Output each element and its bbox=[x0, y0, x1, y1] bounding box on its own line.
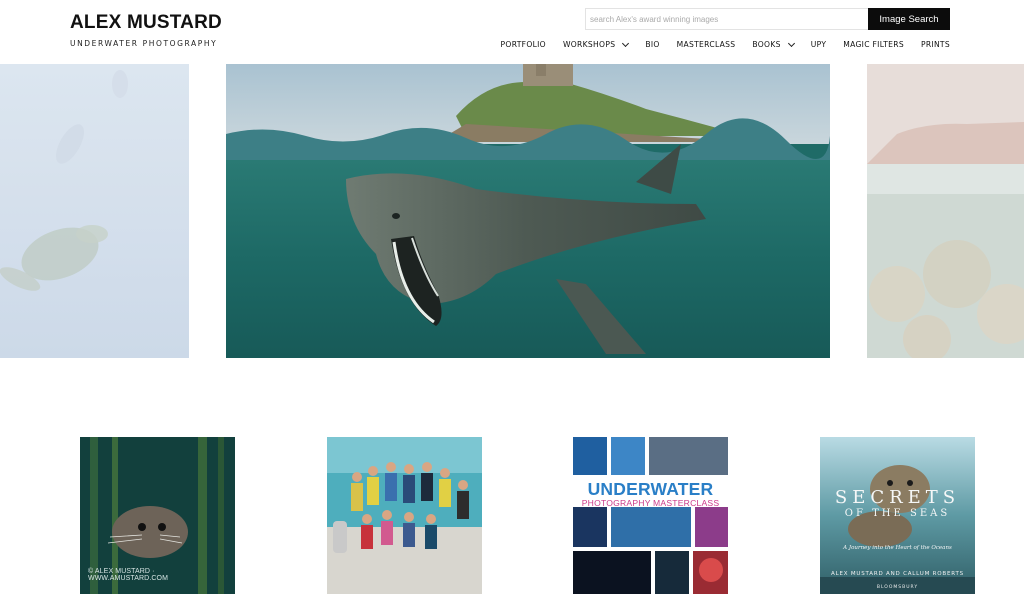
carousel-slide-active[interactable] bbox=[226, 64, 830, 358]
basking-shark-image bbox=[226, 64, 830, 358]
secrets-subtitle: OF THE SEAS bbox=[844, 508, 951, 519]
search-bar: Image Search bbox=[585, 8, 950, 30]
nav-label: BIO bbox=[645, 40, 660, 49]
nav-upy[interactable]: UPY bbox=[811, 40, 827, 49]
coral-reef-image bbox=[867, 64, 1024, 358]
masterclass-subtitle: PHOTOGRAPHY MASTERCLASS bbox=[581, 498, 720, 508]
secrets-tagline: A Journey into the Heart of the Oceans bbox=[843, 545, 952, 551]
nav-workshops[interactable]: WORKSHOPS bbox=[562, 39, 630, 49]
carousel-slide-next[interactable] bbox=[867, 64, 1024, 358]
nav-label: WORKSHOPS bbox=[562, 40, 616, 49]
main-nav: PORTFOLIO WORKSHOPS BIO MASTERCLASS BOOK… bbox=[484, 39, 950, 49]
nav-magic-filters[interactable]: MAGIC FILTERS bbox=[843, 40, 904, 49]
search-input[interactable] bbox=[585, 8, 868, 30]
chevron-down-icon bbox=[622, 39, 630, 47]
nav-label: PRINTS bbox=[920, 40, 950, 49]
secrets-authors: ALEX MUSTARD AND CALLUM ROBERTS bbox=[831, 571, 964, 577]
chevron-down-icon bbox=[787, 39, 795, 47]
nav-label: BOOKS bbox=[752, 40, 781, 49]
site-logo[interactable]: ALEX MUSTARD UNDERWATER PHOTOGRAPHY bbox=[70, 12, 222, 48]
thumb-workshop-group[interactable] bbox=[327, 437, 482, 594]
carousel-slide-prev[interactable] bbox=[0, 64, 189, 358]
thumb-seal-kelp[interactable]: © ALEX MUSTARD · WWW.AMUSTARD.COM bbox=[80, 437, 235, 594]
thumb-masterclass-book[interactable]: UNDERWATER PHOTOGRAPHY MASTERCLASS bbox=[573, 437, 728, 594]
nav-portfolio[interactable]: PORTFOLIO bbox=[501, 40, 546, 49]
brand-tagline: UNDERWATER PHOTOGRAPHY bbox=[70, 39, 218, 48]
site-header: ALEX MUSTARD UNDERWATER PHOTOGRAPHY Imag… bbox=[0, 0, 1024, 64]
masterclass-cover-image bbox=[573, 437, 728, 594]
brand-name: ALEX MUSTARD bbox=[70, 12, 222, 33]
secrets-title: SECRETS bbox=[834, 487, 961, 508]
thumb-secrets-book[interactable]: SECRETS OF THE SEAS A Journey into the H… bbox=[820, 437, 975, 594]
masterclass-title: UNDERWATER bbox=[587, 479, 714, 499]
nav-label: MASTERCLASS bbox=[676, 40, 736, 49]
nav-label: UPY bbox=[810, 40, 827, 49]
featured-thumbnails: © ALEX MUSTARD · WWW.AMUSTARD.COM UNDERW… bbox=[0, 437, 1024, 594]
image-search-button[interactable]: Image Search bbox=[868, 8, 950, 30]
nav-prints[interactable]: PRINTS bbox=[921, 40, 950, 49]
workshop-group-image bbox=[327, 437, 482, 594]
nav-masterclass[interactable]: MASTERCLASS bbox=[677, 40, 736, 49]
secrets-publisher: BLOOMSBURY bbox=[876, 585, 919, 590]
nav-label: PORTFOLIO bbox=[500, 40, 546, 49]
nav-books[interactable]: BOOKS bbox=[752, 39, 795, 49]
nav-bio[interactable]: BIO bbox=[645, 40, 659, 49]
hero-carousel[interactable] bbox=[0, 64, 1024, 360]
photo-watermark: © ALEX MUSTARD · WWW.AMUSTARD.COM bbox=[88, 568, 169, 582]
nav-label: MAGIC FILTERS bbox=[843, 40, 904, 49]
turtle-image bbox=[0, 64, 189, 358]
